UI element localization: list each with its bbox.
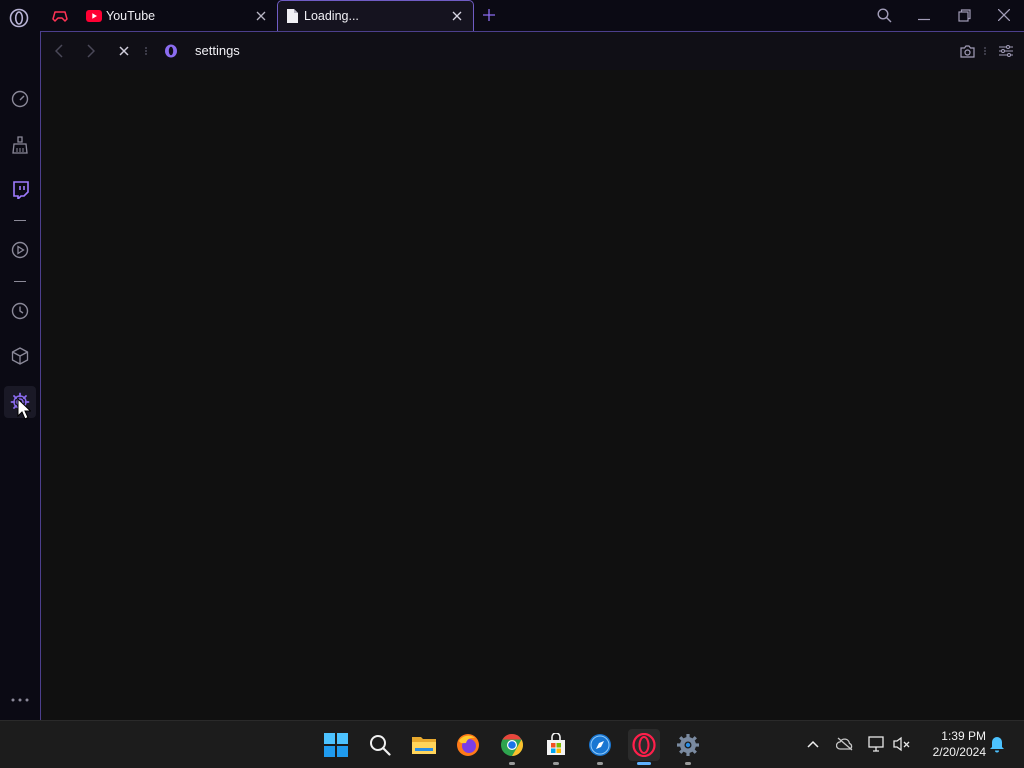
- running-indicator: [509, 762, 515, 765]
- active-indicator: [637, 762, 651, 765]
- gamepad-icon: [52, 11, 68, 22]
- tab-strip: YouTube Loading...: [0, 0, 1024, 31]
- restore-icon: [957, 8, 971, 22]
- opera-menu-icon[interactable]: [9, 8, 29, 28]
- running-indicator: [597, 762, 603, 765]
- chevron-left-icon: [55, 44, 63, 58]
- speedometer-icon: [11, 90, 29, 108]
- taskbar-chrome[interactable]: [496, 729, 528, 765]
- address-bar: settings: [41, 32, 1024, 70]
- close-tab-icon[interactable]: [251, 6, 271, 26]
- close-window-button[interactable]: [992, 4, 1016, 26]
- youtube-icon: [86, 8, 102, 24]
- close-icon: [119, 46, 129, 56]
- running-indicator: [685, 762, 691, 765]
- minimize-icon: [918, 18, 930, 21]
- sidebar-player[interactable]: [8, 238, 32, 262]
- sidebar: [0, 31, 40, 720]
- taskbar-opera-gx[interactable]: [628, 729, 660, 765]
- separator-dots: [984, 47, 986, 55]
- clock-date: 2/20/2024: [932, 745, 986, 759]
- opera-site-icon[interactable]: [160, 41, 182, 61]
- sidebar-twitch[interactable]: [8, 178, 32, 202]
- gx-corner-tab[interactable]: [46, 2, 74, 30]
- chrome-icon: [501, 734, 523, 756]
- sidebar-gx-control[interactable]: [8, 87, 32, 111]
- mouse-cursor-icon: [17, 398, 31, 420]
- taskbar-settings[interactable]: [672, 729, 704, 765]
- clock-time: 1:39 PM: [941, 729, 986, 743]
- network-tray-icon[interactable]: [866, 733, 888, 755]
- tab-title: Loading...: [304, 9, 359, 23]
- sliders-icon: [999, 45, 1013, 57]
- sidebar-divider: [14, 281, 26, 282]
- page-content: settings: [40, 31, 1024, 720]
- minimize-button[interactable]: [912, 4, 936, 26]
- snapshot-button[interactable]: [956, 41, 978, 61]
- gear-icon: [677, 734, 699, 756]
- taskbar-search-button[interactable]: [364, 729, 396, 761]
- notifications-button[interactable]: [986, 733, 1008, 755]
- forward-button[interactable]: [80, 41, 102, 61]
- address-url[interactable]: settings: [195, 43, 240, 58]
- chevron-up-icon: [807, 740, 819, 748]
- restore-button[interactable]: [952, 4, 976, 26]
- clock-icon: [11, 302, 29, 320]
- sidebar-more-button[interactable]: [8, 688, 32, 712]
- search-icon: [876, 7, 891, 22]
- document-icon: [284, 8, 300, 24]
- tab-youtube[interactable]: YouTube: [80, 0, 277, 31]
- easy-setup-button[interactable]: [995, 41, 1017, 61]
- broom-icon: [12, 136, 28, 154]
- sidebar-extensions[interactable]: [8, 344, 32, 368]
- show-hidden-icons-button[interactable]: [802, 733, 824, 755]
- compass-icon: [589, 734, 611, 756]
- camera-icon: [959, 44, 975, 58]
- more-horizontal-icon: [11, 698, 29, 702]
- twitch-icon: [12, 181, 29, 199]
- firefox-icon: [457, 734, 479, 756]
- running-indicator: [553, 762, 559, 765]
- taskbar-firefox[interactable]: [452, 729, 484, 761]
- play-circle-icon: [11, 241, 29, 259]
- sidebar-history[interactable]: [8, 299, 32, 323]
- volume-tray-icon[interactable]: [891, 733, 913, 755]
- network-icon: [868, 736, 884, 752]
- windows-icon: [324, 733, 348, 757]
- plus-icon: [483, 9, 495, 21]
- close-icon: [998, 9, 1010, 21]
- separator-dots: [145, 47, 147, 55]
- search-icon: [370, 735, 391, 756]
- folder-icon: [412, 737, 436, 754]
- taskbar-file-explorer[interactable]: [408, 729, 440, 761]
- system-clock[interactable]: 1:39 PM 2/20/2024: [920, 728, 986, 760]
- chevron-right-icon: [87, 44, 95, 58]
- bell-icon: [990, 736, 1004, 752]
- sidebar-gx-cleaner[interactable]: [8, 133, 32, 157]
- close-tab-icon[interactable]: [447, 6, 467, 26]
- cube-icon: [11, 347, 29, 365]
- taskbar-app-compass[interactable]: [584, 729, 616, 765]
- opera-gx-icon: [632, 733, 656, 757]
- taskbar-microsoft-store[interactable]: [540, 729, 572, 765]
- sidebar-divider: [14, 220, 26, 221]
- onedrive-tray-icon[interactable]: [834, 733, 856, 755]
- cloud-offline-icon: [836, 737, 853, 751]
- tab-title: YouTube: [106, 8, 156, 23]
- speaker-muted-icon: [893, 736, 910, 752]
- start-button[interactable]: [320, 729, 352, 761]
- back-button[interactable]: [48, 41, 70, 61]
- search-tabs-button[interactable]: [872, 4, 896, 26]
- store-icon: [547, 733, 565, 755]
- taskbar: 1:39 PM 2/20/2024: [0, 720, 1024, 768]
- new-tab-button[interactable]: [480, 6, 498, 24]
- stop-loading-button[interactable]: [113, 41, 135, 61]
- tab-loading[interactable]: Loading...: [277, 0, 474, 31]
